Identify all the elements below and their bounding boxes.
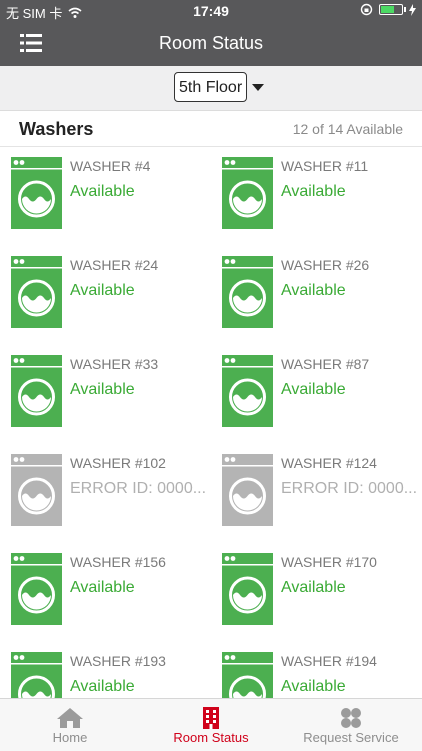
washer-status: Available — [70, 183, 135, 200]
caret-down-icon[interactable] — [252, 84, 264, 91]
washer-name: WASHER #102 — [70, 455, 166, 471]
washer-name: WASHER #156 — [70, 554, 166, 570]
tab-request-service[interactable]: Request Service — [281, 699, 421, 751]
washing-machine-icon — [222, 652, 273, 698]
washer-card-12[interactable]: WASHER #194 Available — [211, 642, 422, 698]
tab-label: Room Status — [173, 730, 249, 745]
clock: 17:49 — [193, 3, 229, 19]
washer-card-4[interactable]: WASHER #26 Available — [211, 246, 422, 345]
washer-status: Available — [70, 678, 135, 695]
floor-select[interactable]: 5th Floor — [174, 72, 248, 102]
washer-card-5[interactable]: WASHER #33 Available — [0, 345, 211, 444]
washing-machine-icon — [11, 652, 62, 698]
washer-card-2[interactable]: WASHER #11 Available — [211, 147, 422, 246]
availability-count: 12 of 14 Available — [292, 121, 403, 137]
floor-bar: 5th Floor — [0, 66, 422, 111]
washer-card-9[interactable]: WASHER #156 Available — [0, 543, 211, 642]
washing-machine-icon — [222, 454, 273, 526]
washer-grid: WASHER #4 Available WASHER #11 Available — [0, 147, 422, 698]
washer-status: Available — [281, 282, 346, 299]
house-icon — [57, 708, 83, 728]
tab-bar: Home Room Status Request Service — [0, 698, 422, 751]
washer-name: WASHER #33 — [70, 356, 159, 372]
washing-machine-icon — [222, 157, 273, 229]
washer-card-1[interactable]: WASHER #4 Available — [0, 147, 211, 246]
washer-name: WASHER #193 — [70, 653, 166, 669]
rotation-lock-icon — [360, 3, 373, 16]
washer-status: Available — [70, 282, 135, 299]
tab-label: Request Service — [303, 730, 399, 745]
washing-machine-icon — [11, 454, 62, 526]
clover-icon — [341, 708, 361, 728]
status-bar: 无 SIM 卡 17:49 — [0, 0, 422, 22]
washer-name: WASHER #87 — [281, 356, 370, 372]
tab-home[interactable]: Home — [0, 699, 140, 751]
washer-status: Available — [281, 183, 346, 200]
washer-card-3[interactable]: WASHER #24 Available — [0, 246, 211, 345]
washer-name: WASHER #194 — [281, 653, 377, 669]
page-title: Room Status — [158, 33, 264, 53]
washer-status: Available — [70, 381, 135, 398]
washer-name: WASHER #4 — [70, 158, 151, 174]
washer-name: WASHER #11 — [281, 158, 369, 174]
washer-status: Available — [281, 381, 346, 398]
washer-name: WASHER #170 — [281, 554, 377, 570]
section-header: Washers 12 of 14 Available — [0, 111, 422, 147]
nav-bar: Room Status — [0, 22, 422, 66]
washer-card-10[interactable]: WASHER #170 Available — [211, 543, 422, 642]
charging-bolt-icon — [409, 3, 416, 16]
washer-card-8[interactable]: WASHER #124 ERROR ID: 0000... — [211, 444, 422, 543]
washer-status: Available — [281, 579, 346, 596]
washer-status: ERROR ID: 0000... — [70, 480, 207, 497]
washer-name: WASHER #124 — [281, 455, 377, 471]
building-icon — [203, 707, 219, 729]
washing-machine-icon — [11, 157, 62, 229]
washing-machine-icon — [11, 553, 62, 625]
washer-status: Available — [281, 678, 346, 695]
washing-machine-icon — [222, 256, 273, 328]
washer-card-6[interactable]: WASHER #87 Available — [211, 345, 422, 444]
washer-name: WASHER #26 — [281, 257, 370, 273]
status-right — [360, 3, 416, 16]
washing-machine-icon — [222, 553, 273, 625]
washer-status: Available — [70, 579, 135, 596]
washer-name: WASHER #24 — [70, 257, 159, 273]
section-title: Washers — [19, 119, 94, 139]
washer-status: ERROR ID: 0000... — [281, 480, 418, 497]
washing-machine-icon — [222, 355, 273, 427]
battery-icon — [379, 4, 406, 15]
washing-machine-icon — [11, 256, 62, 328]
washer-card-11[interactable]: WASHER #193 Available — [0, 642, 211, 698]
washing-machine-icon — [11, 355, 62, 427]
tab-room-status[interactable]: Room Status — [141, 699, 281, 751]
washer-card-7[interactable]: WASHER #102 ERROR ID: 0000... — [0, 444, 211, 543]
tab-label: Home — [52, 730, 88, 745]
